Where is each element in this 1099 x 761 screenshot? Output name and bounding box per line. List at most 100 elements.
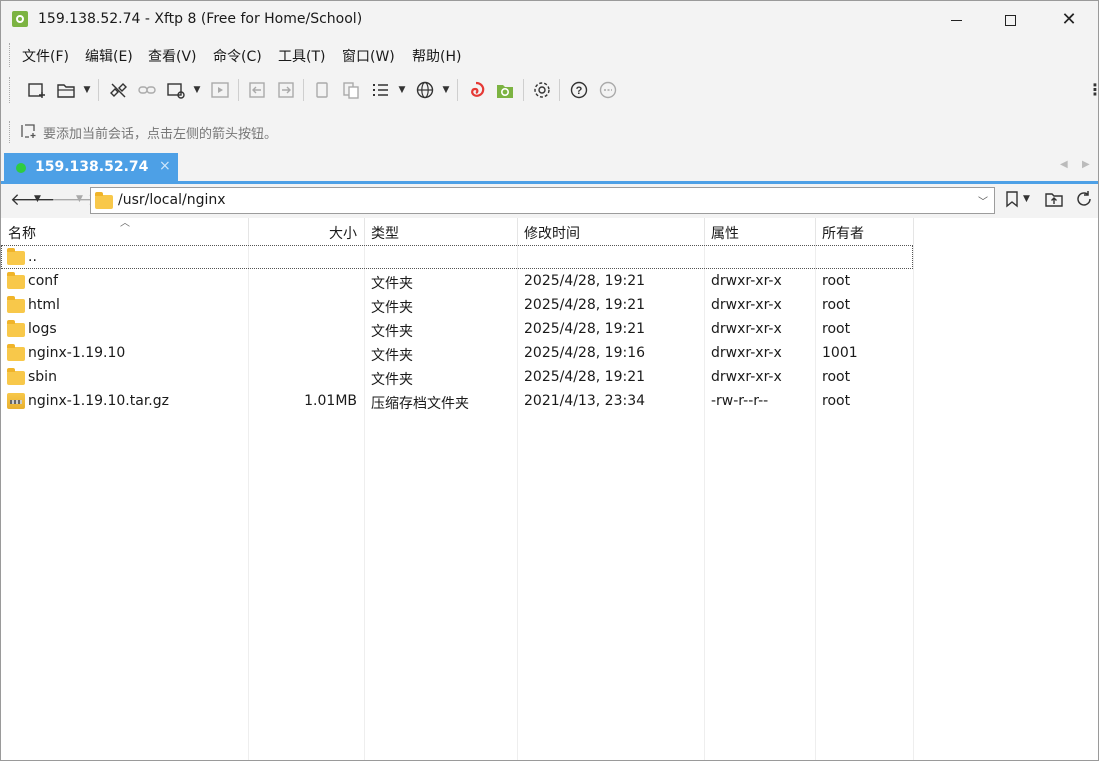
chat-button[interactable] — [597, 80, 619, 100]
file-owner: root — [822, 321, 851, 337]
column-header-type[interactable]: 类型 — [365, 218, 518, 244]
toolbar-separator — [303, 79, 304, 101]
connection-status-icon — [16, 163, 26, 173]
tab-scroll-right-icon[interactable]: ▶ — [1082, 159, 1090, 170]
globe-icon — [416, 81, 434, 99]
back-icon[interactable]: 🡐 — [10, 190, 56, 210]
menu-grip[interactable] — [9, 43, 11, 67]
minimize-icon — [950, 19, 962, 21]
toolbar-grip[interactable] — [9, 77, 11, 103]
column-header-size[interactable]: 大小 — [249, 218, 365, 244]
reconnect-icon — [138, 86, 156, 94]
window-title: 159.138.52.74 - Xftp 8 (Free for Home/Sc… — [38, 11, 363, 27]
xftp-app-icon — [12, 11, 28, 27]
folder-icon — [7, 248, 25, 265]
encoding-caret[interactable]: ▼ — [441, 80, 451, 100]
menu-help[interactable]: 帮助(H) — [412, 46, 461, 66]
file-attributes: drwxr-xr-x — [711, 321, 782, 337]
toolbar-overflow-icon[interactable]: ⋮ — [1087, 80, 1098, 99]
file-row-parent[interactable]: .. — [1, 245, 913, 269]
reconnect-button[interactable] — [136, 80, 158, 100]
session-tab-bar: 159.138.52.74 × ◀ ▶ — [1, 153, 1098, 183]
session-tab[interactable]: 159.138.52.74 × — [4, 153, 178, 182]
file-owner: root — [822, 297, 851, 313]
tab-close-icon[interactable]: × — [159, 158, 171, 174]
file-attributes: -rw-r--r-- — [711, 393, 769, 409]
minimize-button[interactable] — [933, 1, 979, 39]
help-button[interactable]: ? — [568, 80, 590, 100]
file-row[interactable]: logs 文件夹 2025/4/28, 19:21 drwxr-xr-x roo… — [1, 317, 913, 341]
list-view-button[interactable] — [369, 80, 391, 100]
copy-button[interactable] — [311, 80, 333, 100]
file-owner: root — [822, 393, 851, 409]
file-name: logs — [28, 321, 57, 337]
new-window-icon — [167, 83, 185, 99]
file-row[interactable]: nginx-1.19.10 文件夹 2025/4/28, 19:16 drwxr… — [1, 341, 913, 365]
refresh-icon[interactable] — [1075, 190, 1093, 212]
xftp-button[interactable] — [494, 80, 516, 100]
menu-tools[interactable]: 工具(T) — [278, 46, 325, 66]
file-row[interactable]: conf 文件夹 2025/4/28, 19:21 drwxr-xr-x roo… — [1, 269, 913, 293]
file-type: 文件夹 — [371, 348, 413, 364]
maximize-button[interactable] — [987, 1, 1033, 39]
column-header-modified[interactable]: 修改时间 — [518, 218, 705, 244]
transfer-left-icon — [249, 82, 265, 98]
column-header-attributes-label: 属性 — [711, 226, 739, 242]
copy-icon — [316, 82, 328, 98]
disconnect-button[interactable] — [107, 80, 129, 100]
toolbar-separator — [98, 79, 99, 101]
transfer-left-button[interactable] — [246, 80, 268, 100]
open-session-button[interactable] — [55, 80, 77, 100]
menu-view[interactable]: 查看(V) — [148, 46, 197, 66]
file-size: 1.01MB — [304, 393, 357, 409]
settings-button[interactable] — [531, 80, 553, 100]
file-modified: 2021/4/13, 23:34 — [524, 393, 646, 409]
open-session-caret[interactable]: ▼ — [82, 80, 92, 100]
column-header-type-label: 类型 — [371, 226, 399, 242]
list-view-caret[interactable]: ▼ — [397, 80, 407, 100]
encoding-button[interactable] — [414, 80, 436, 100]
paste-button[interactable] — [340, 80, 362, 100]
forward-history-caret[interactable]: ▼ — [76, 194, 83, 204]
menu-window[interactable]: 窗口(W) — [342, 46, 395, 66]
new-session-button[interactable] — [26, 80, 48, 100]
column-header-name[interactable]: 名称 ︿ — [1, 218, 249, 244]
tab-scroll-left-icon[interactable]: ◀ — [1060, 159, 1068, 170]
menu-file[interactable]: 文件(F) — [22, 46, 69, 66]
add-session-icon[interactable] — [19, 123, 39, 143]
file-row[interactable]: nginx-1.19.10.tar.gz 1.01MB 压缩存档文件夹 2021… — [1, 389, 913, 413]
bookmark-icon[interactable] — [1004, 190, 1020, 212]
transfer-right-button[interactable] — [275, 80, 297, 100]
title-bar: 159.138.52.74 - Xftp 8 (Free for Home/Sc… — [1, 1, 1098, 39]
column-header-size-label: 大小 — [329, 226, 357, 242]
menu-edit[interactable]: 编辑(E) — [85, 46, 133, 66]
toolbar: ▼ ▼ ▼ ▼ ? — [1, 71, 1098, 109]
file-row[interactable]: sbin 文件夹 2025/4/28, 19:21 drwxr-xr-x roo… — [1, 365, 913, 389]
play-button[interactable] — [209, 80, 231, 100]
menu-command[interactable]: 命令(C) — [213, 46, 262, 66]
close-button[interactable]: ✕ — [1046, 1, 1092, 39]
bookmark-caret[interactable]: ▼ — [1023, 194, 1030, 204]
back-history-caret[interactable]: ▼ — [34, 194, 41, 204]
chat-icon — [599, 81, 617, 99]
file-owner: root — [822, 369, 851, 385]
toolbar-separator — [523, 79, 524, 101]
file-type: 文件夹 — [371, 324, 413, 340]
file-name: .. — [28, 249, 37, 265]
toolbar-separator — [238, 79, 239, 101]
path-input[interactable]: /usr/local/nginx ﹀ — [90, 187, 995, 214]
chevron-down-icon[interactable]: ﹀ — [978, 193, 988, 208]
folder-icon — [7, 344, 25, 361]
open-folder-icon — [57, 84, 75, 98]
new-window-button[interactable] — [165, 80, 187, 100]
maximize-icon — [1004, 14, 1016, 26]
xshell-button[interactable] — [465, 80, 487, 100]
parent-folder-icon[interactable] — [1044, 190, 1064, 212]
file-type: 压缩存档文件夹 — [371, 396, 469, 412]
column-header-attributes[interactable]: 属性 — [705, 218, 816, 244]
hintbar-grip[interactable] — [9, 121, 11, 143]
column-header-owner[interactable]: 所有者 — [816, 218, 914, 244]
new-window-caret[interactable]: ▼ — [192, 80, 202, 100]
file-row[interactable]: html 文件夹 2025/4/28, 19:21 drwxr-xr-x roo… — [1, 293, 913, 317]
file-modified: 2025/4/28, 19:21 — [524, 369, 646, 385]
